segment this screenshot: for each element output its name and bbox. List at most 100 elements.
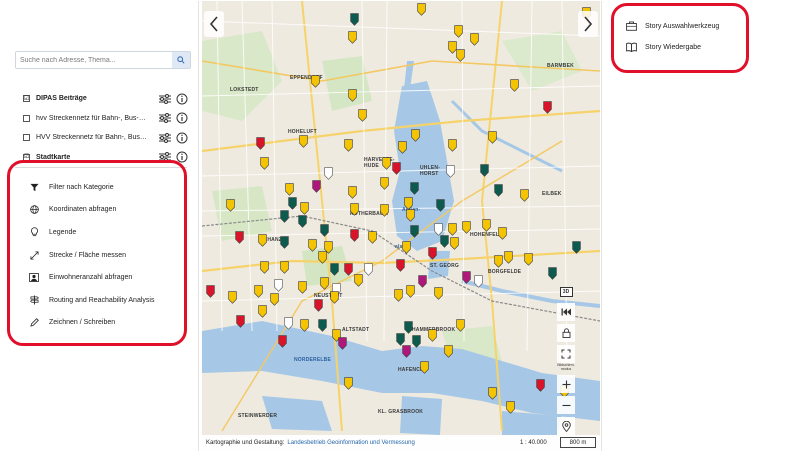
- map-marker[interactable]: [398, 141, 407, 154]
- layer-item-hvv-1[interactable]: hvv Streckennetz für Bahn-, Bus-…: [23, 109, 188, 129]
- map-marker[interactable]: [320, 277, 329, 290]
- map-marker[interactable]: [410, 182, 419, 195]
- map-marker[interactable]: [382, 157, 391, 170]
- layer-checkbox[interactable]: [23, 134, 30, 142]
- map-marker[interactable]: [344, 263, 353, 276]
- map-marker[interactable]: [254, 285, 263, 298]
- info-icon[interactable]: [176, 93, 188, 105]
- map-marker[interactable]: [280, 261, 289, 274]
- story-playback[interactable]: Story Wiedergabe: [626, 42, 701, 52]
- scale-bar[interactable]: 800 m: [560, 437, 596, 448]
- layer-item-stadtkarte[interactable]: ☑ Stadtkarte: [23, 148, 188, 168]
- map-marker[interactable]: [482, 219, 491, 232]
- settings-sliders-icon[interactable]: [158, 132, 172, 144]
- map-marker[interactable]: [402, 345, 411, 358]
- map-marker[interactable]: [344, 377, 353, 390]
- map-marker[interactable]: [298, 281, 307, 294]
- map-marker[interactable]: [280, 210, 289, 223]
- map-marker[interactable]: [350, 203, 359, 216]
- map-marker[interactable]: [411, 129, 420, 142]
- map-marker[interactable]: [354, 274, 363, 287]
- map-marker[interactable]: [348, 186, 357, 199]
- map-marker[interactable]: [448, 139, 457, 152]
- settings-sliders-icon[interactable]: [158, 112, 172, 124]
- map-marker[interactable]: [338, 337, 347, 350]
- map-marker[interactable]: [488, 131, 497, 144]
- tool-draw[interactable]: Zeichnen / Schreiben: [29, 312, 189, 335]
- map-marker[interactable]: [520, 189, 529, 202]
- map-marker[interactable]: [404, 321, 413, 334]
- info-icon[interactable]: [176, 112, 188, 124]
- map-marker[interactable]: [380, 204, 389, 217]
- map-marker[interactable]: [236, 315, 245, 328]
- map-marker[interactable]: [494, 255, 503, 268]
- map-marker[interactable]: [396, 259, 405, 272]
- layer-checkbox[interactable]: ☑: [23, 153, 30, 161]
- map-marker[interactable]: [543, 101, 552, 114]
- map-marker[interactable]: [462, 271, 471, 284]
- map-marker[interactable]: [350, 13, 359, 26]
- map-marker[interactable]: [417, 3, 426, 16]
- map-marker[interactable]: [480, 164, 489, 177]
- map-marker[interactable]: [412, 335, 421, 348]
- tool-filter[interactable]: Filter nach Kategorie: [29, 176, 189, 199]
- map-marker[interactable]: [278, 335, 287, 348]
- map-marker[interactable]: [280, 236, 289, 249]
- layer-item-dipas[interactable]: ☑ DIPAS Beiträge: [23, 89, 188, 109]
- map-marker[interactable]: [394, 289, 403, 302]
- 3d-toggle-button[interactable]: 3D: [559, 287, 573, 297]
- map-marker[interactable]: [474, 275, 483, 288]
- map-marker[interactable]: [406, 285, 415, 298]
- settings-sliders-icon[interactable]: [158, 93, 172, 105]
- map-marker[interactable]: [368, 231, 377, 244]
- map-marker[interactable]: [448, 223, 457, 236]
- map-marker[interactable]: [436, 199, 445, 212]
- map-marker[interactable]: [444, 345, 453, 358]
- search-button[interactable]: [172, 52, 190, 68]
- map-marker[interactable]: [392, 162, 401, 175]
- map-marker[interactable]: [298, 215, 307, 228]
- map-marker[interactable]: [420, 361, 429, 374]
- map-marker[interactable]: [498, 227, 507, 240]
- info-icon[interactable]: [176, 132, 188, 144]
- map-marker[interactable]: [510, 79, 519, 92]
- map-marker[interactable]: [446, 165, 455, 178]
- map-marker[interactable]: [428, 247, 437, 260]
- map-marker[interactable]: [312, 180, 321, 193]
- map-marker[interactable]: [462, 221, 471, 234]
- map-marker[interactable]: [300, 202, 309, 215]
- map-marker[interactable]: [494, 184, 503, 197]
- zoom-in-button[interactable]: [557, 375, 575, 393]
- map-marker[interactable]: [506, 401, 515, 414]
- story-selection-tool[interactable]: Story Auswahlwerkzeug: [626, 21, 719, 31]
- tool-routing[interactable]: Routing and Reachability Analysis: [29, 289, 189, 312]
- map-view[interactable]: EPPENDORF BARMBEK LOKSTEDT HOHELUFT HARV…: [202, 1, 600, 451]
- map-marker[interactable]: [454, 25, 463, 38]
- map-marker[interactable]: [299, 135, 308, 148]
- map-marker[interactable]: [402, 241, 411, 254]
- rewind-button[interactable]: [557, 303, 575, 321]
- map-marker[interactable]: [318, 251, 327, 264]
- map-marker[interactable]: [258, 234, 267, 247]
- map-marker[interactable]: [536, 379, 545, 392]
- map-marker[interactable]: [450, 237, 459, 250]
- map-marker[interactable]: [344, 139, 353, 152]
- map-marker[interactable]: [260, 157, 269, 170]
- map-marker[interactable]: [410, 225, 419, 238]
- map-marker[interactable]: [256, 137, 265, 150]
- locate-button[interactable]: [557, 417, 575, 435]
- map-marker[interactable]: [348, 89, 357, 102]
- layer-item-hvv-2[interactable]: HVV Streckennetz für Bahn-, Bus…: [23, 128, 188, 148]
- map-marker[interactable]: [350, 229, 359, 242]
- map-marker[interactable]: [428, 329, 437, 342]
- map-marker[interactable]: [456, 49, 465, 62]
- map-marker[interactable]: [380, 177, 389, 190]
- settings-sliders-icon[interactable]: [158, 151, 172, 163]
- fullscreen-button[interactable]: [557, 345, 575, 363]
- map-marker[interactable]: [572, 241, 581, 254]
- map-marker[interactable]: [434, 287, 443, 300]
- map-marker[interactable]: [364, 263, 373, 276]
- map-marker[interactable]: [260, 261, 269, 274]
- map-marker[interactable]: [300, 319, 309, 332]
- layer-checkbox[interactable]: ☑: [23, 95, 30, 103]
